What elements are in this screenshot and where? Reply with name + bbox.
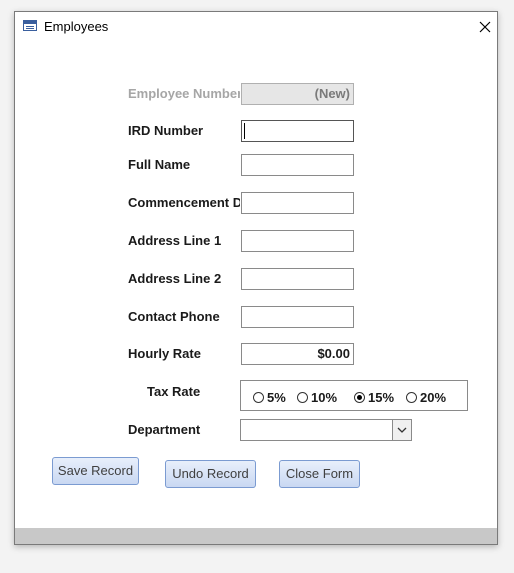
full-name-label: Full Name <box>128 157 191 172</box>
dropdown-button[interactable] <box>392 420 411 440</box>
tax-rate-label: Tax Rate <box>147 384 201 399</box>
text-caret <box>244 123 245 139</box>
commencement-date-label: Commencement Date <box>128 195 240 210</box>
radio-circle <box>297 391 308 403</box>
tax-rate-option-15[interactable]: 15% <box>354 389 394 405</box>
full-name-field[interactable] <box>241 154 354 176</box>
address-line-1-label: Address Line 1 <box>128 233 222 248</box>
ird-number-label: IRD Number <box>128 123 204 138</box>
radio-circle <box>406 391 417 403</box>
undo-record-button[interactable]: Undo Record <box>165 460 256 488</box>
tax-rate-option-label: 20% <box>420 389 447 405</box>
close-form-button[interactable]: Close Form <box>279 460 360 488</box>
title-bar: Employees <box>15 12 497 42</box>
tax-rate-option-label: 10% <box>311 389 338 405</box>
tax-rate-option-20[interactable]: 20% <box>406 389 446 405</box>
address-line-2-label: Address Line 2 <box>128 271 222 286</box>
chevron-down-icon <box>397 427 407 433</box>
address-line-2-field[interactable] <box>241 268 354 290</box>
hourly-rate-field[interactable]: $0.00 <box>241 343 354 365</box>
ird-number-field[interactable] <box>241 120 354 142</box>
employee-number-label: Employee Number <box>128 86 240 101</box>
tax-rate-option-group: 5% 10% 15% 20% <box>240 380 468 411</box>
radio-circle <box>253 391 264 403</box>
department-label: Department <box>128 422 201 437</box>
tax-rate-option-5[interactable]: 5% <box>253 389 286 405</box>
employees-form-window: Employees Employee Number (New) IRD Numb… <box>14 11 498 545</box>
hourly-rate-label: Hourly Rate <box>128 346 201 361</box>
window-title: Employees <box>44 19 109 34</box>
commencement-date-field[interactable] <box>241 192 354 214</box>
address-line-1-field[interactable] <box>241 230 354 252</box>
department-dropdown[interactable] <box>240 419 412 441</box>
employee-number-field: (New) <box>241 83 354 105</box>
form-icon <box>23 20 37 31</box>
status-bar <box>15 528 497 544</box>
save-record-button[interactable]: Save Record <box>52 457 139 485</box>
radio-circle-selected <box>354 391 365 403</box>
tax-rate-option-label: 15% <box>368 389 395 405</box>
contact-phone-field[interactable] <box>241 306 354 328</box>
close-icon[interactable] <box>473 15 497 39</box>
tax-rate-option-label: 5% <box>267 389 286 405</box>
tax-rate-option-10[interactable]: 10% <box>297 389 337 405</box>
contact-phone-label: Contact Phone <box>128 309 220 324</box>
